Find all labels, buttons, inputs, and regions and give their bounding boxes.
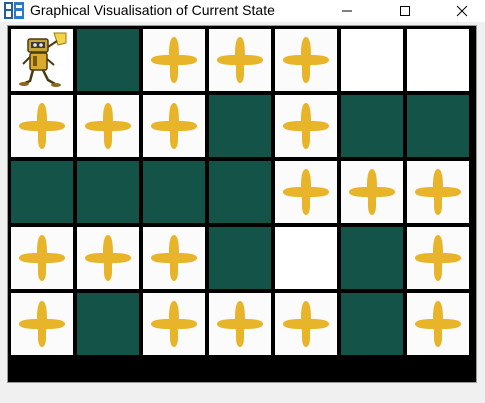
wall-cell bbox=[407, 95, 469, 157]
dirt-icon bbox=[151, 235, 197, 281]
dirt-cell bbox=[11, 95, 73, 157]
state-grid-panel bbox=[7, 25, 477, 383]
dirt-icon bbox=[151, 103, 197, 149]
app-logo-icon bbox=[4, 2, 24, 19]
wall-cell bbox=[143, 161, 205, 223]
dirt-icon bbox=[349, 169, 395, 215]
dirt-icon bbox=[217, 37, 263, 83]
dirt-icon bbox=[19, 235, 65, 281]
dirt-cell bbox=[11, 227, 73, 289]
wall-cell bbox=[77, 29, 139, 91]
wall-cell bbox=[209, 161, 271, 223]
wall-cell bbox=[341, 293, 403, 355]
dirt-icon bbox=[283, 103, 329, 149]
title-bar[interactable]: Graphical Visualisation of Current State bbox=[0, 0, 485, 22]
robot-cell bbox=[11, 29, 73, 91]
dirt-cell bbox=[407, 293, 469, 355]
dirt-cell bbox=[275, 161, 337, 223]
minimize-icon bbox=[342, 10, 352, 12]
state-grid bbox=[11, 29, 469, 355]
wall-cell bbox=[209, 95, 271, 157]
close-button[interactable] bbox=[437, 0, 485, 22]
dirt-icon bbox=[217, 301, 263, 347]
dirt-cell bbox=[275, 293, 337, 355]
close-icon bbox=[456, 5, 468, 17]
dirt-cell bbox=[407, 227, 469, 289]
dirt-icon bbox=[151, 37, 197, 83]
dirt-cell bbox=[209, 29, 271, 91]
dirt-cell bbox=[275, 95, 337, 157]
empty-cell bbox=[275, 227, 337, 289]
dirt-icon bbox=[85, 235, 131, 281]
dirt-icon bbox=[85, 103, 131, 149]
dirt-cell bbox=[77, 95, 139, 157]
empty-cell bbox=[407, 29, 469, 91]
dirt-icon bbox=[151, 301, 197, 347]
dirt-cell bbox=[143, 95, 205, 157]
dirt-cell bbox=[143, 227, 205, 289]
robot-icon bbox=[19, 32, 67, 87]
dirt-icon bbox=[283, 301, 329, 347]
wall-cell bbox=[341, 95, 403, 157]
wall-cell bbox=[11, 161, 73, 223]
maximize-button[interactable] bbox=[380, 0, 430, 22]
wall-cell bbox=[77, 161, 139, 223]
dirt-icon bbox=[415, 235, 461, 281]
dirt-icon bbox=[283, 37, 329, 83]
dirt-cell bbox=[143, 293, 205, 355]
dirt-cell bbox=[407, 161, 469, 223]
dirt-cell bbox=[143, 29, 205, 91]
dirt-cell bbox=[209, 293, 271, 355]
dirt-icon bbox=[415, 169, 461, 215]
dirt-cell bbox=[77, 227, 139, 289]
window-title: Graphical Visualisation of Current State bbox=[30, 2, 275, 18]
dirt-cell bbox=[275, 29, 337, 91]
dirt-icon bbox=[283, 169, 329, 215]
minimize-button[interactable] bbox=[322, 0, 372, 22]
wall-cell bbox=[77, 293, 139, 355]
dirt-cell bbox=[11, 293, 73, 355]
wall-cell bbox=[209, 227, 271, 289]
dirt-icon bbox=[415, 301, 461, 347]
empty-cell bbox=[341, 29, 403, 91]
dirt-icon bbox=[19, 301, 65, 347]
dirt-cell bbox=[341, 161, 403, 223]
wall-cell bbox=[341, 227, 403, 289]
app-window: Graphical Visualisation of Current State bbox=[0, 0, 485, 403]
dirt-icon bbox=[19, 103, 65, 149]
maximize-icon bbox=[400, 6, 410, 16]
